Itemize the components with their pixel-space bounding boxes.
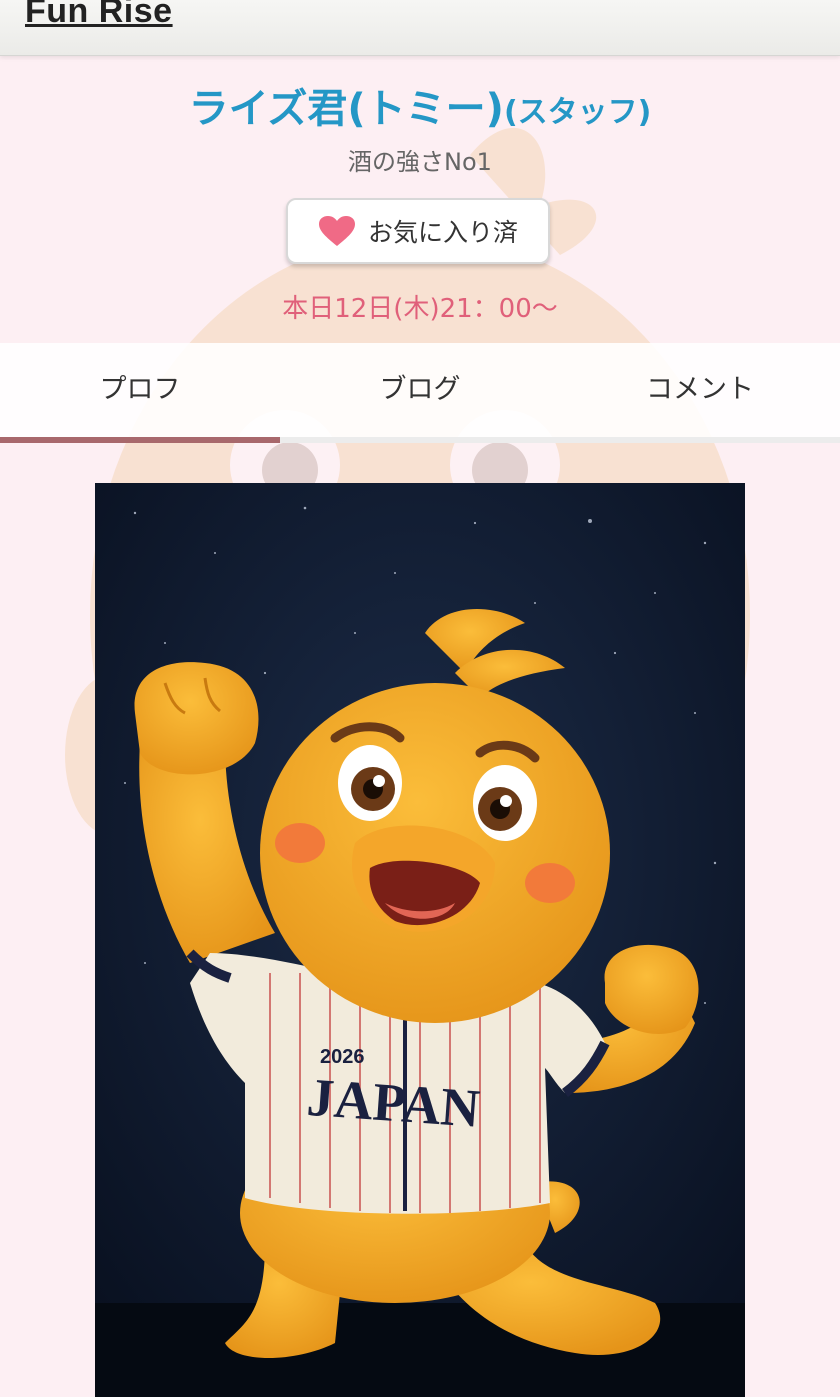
tab-blog-label: ブログ [379, 373, 461, 405]
cast-role: (スタッフ) [503, 95, 652, 130]
profile-name: ライズ君(トミー)(スタッフ) [0, 76, 840, 134]
favorite-button-label: お気に入り済 [367, 218, 518, 247]
profile-photo[interactable]: 2026 JAPAN [95, 483, 745, 1397]
tab-comment-label: コメント [646, 373, 754, 405]
heart-icon [318, 216, 355, 246]
mascot-photo-image: 2026 JAPAN [95, 483, 745, 1397]
tab-blog[interactable]: ブログ [280, 343, 560, 443]
jersey-text: JAPAN [305, 1067, 482, 1139]
schedule-text: 本日12日(木)21：00〜 [282, 294, 558, 324]
tab-profile[interactable]: プロフ [0, 343, 280, 443]
cast-name: ライズ君(トミー) [188, 86, 504, 132]
tab-profile-label: プロフ [99, 373, 181, 405]
profile-page: Fun Rise ライズ君(トミー)(スタッフ) 酒の強さNo1 お気に入り済 … [0, 0, 840, 1397]
site-title-link[interactable]: Fun Rise [25, 0, 173, 31]
tab-blog-indicator [280, 437, 560, 443]
tab-comment-indicator [560, 437, 840, 443]
profile-tagline: 酒の強さNo1 [348, 148, 492, 176]
favorite-button[interactable]: お気に入り済 [286, 198, 550, 264]
tab-comment[interactable]: コメント [560, 343, 840, 443]
top-bar: Fun Rise [0, 0, 840, 56]
tab-profile-indicator [0, 437, 280, 443]
profile-tabs: プロフ ブログ コメント [0, 343, 840, 443]
jersey-year: 2026 [320, 1046, 365, 1068]
